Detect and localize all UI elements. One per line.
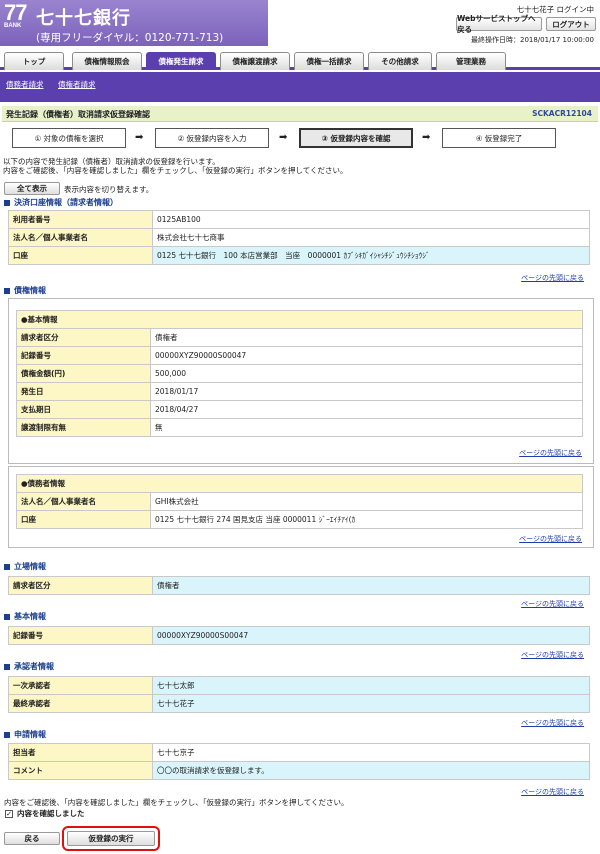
table-row: 一次承認者 七十七太郎 [8,676,590,695]
tab-claim-issuance[interactable]: 債権発生請求 [146,52,216,70]
bank-logo: 77 BANK [4,0,28,29]
table-row: 支払期日 2018/04/27 [16,400,583,419]
section-position-info: 立場情報 [4,561,46,572]
page-top-link[interactable]: ページの先頭に戻る [521,787,584,797]
section-marker-icon [4,287,10,294]
show-all-button[interactable]: 全て表示 [4,182,60,195]
table-row: 法人名／個人事業者名 GHI株式会社 [16,492,583,511]
claim-debtor-table: ●債務者情報 法人名／個人事業者名 GHI株式会社 口座 0125 七十七銀行 27… [16,474,583,529]
last-operation-time: 最終操作日時：2018/01/17 10:00:00 [470,36,594,44]
step-3-current: ③ 仮登録内容を確認 [299,128,413,148]
table-row: 請求者区分 債権者 [16,328,583,347]
step-2: ② 仮登録内容を入力 [155,128,269,148]
page-title: 発生記録（債権者）取消請求仮登録確認 [6,110,150,119]
page-top-link[interactable]: ページの先頭に戻る [521,273,584,283]
arrow-right-icon: ➡ [422,132,431,143]
subnav-creditor-request[interactable]: 債権者請求 [58,79,96,90]
section-claim-info: 債権情報 [4,285,46,296]
tab-admin[interactable]: 管理業務 [436,52,506,70]
table-row: 請求者区分 債権者 [8,576,590,595]
section-marker-icon [4,199,10,206]
intro-text: 以下の内容で発生記録（債権者）取消請求の仮登録を行います。 内容をご確認後、「内… [3,157,348,175]
show-all-note: 表示内容を切り替えます。 [64,185,154,194]
section-settlement-account: 決済口座情報（請求者情報） [4,197,118,208]
tab-top[interactable]: トップ [4,52,64,70]
page-top-link[interactable]: ページの先頭に戻る [521,599,584,609]
table-row: 記録番号 00000XYZ90000S00047 [8,626,590,645]
settlement-table: 利用者番号 0125AB100 法人名／個人事業者名 株式会社七十七商事 口座 012… [8,210,590,265]
confirm-label: 内容を確認しました [17,809,85,818]
table-row: 法人名／個人事業者名 株式会社七十七商事 [8,228,590,247]
confirm-checkbox[interactable]: ✓ [5,809,13,818]
execute-registration-button[interactable]: 仮登録の実行 [67,831,155,846]
table-row: 担当者 七十七京子 [8,743,590,762]
subnav-debtor-request[interactable]: 債務者請求 [6,79,44,90]
table-row: コメント 〇〇の取消請求を仮登録します。 [8,761,590,780]
section-basic-info: 基本情報 [4,611,46,622]
step-1: ① 対象の債権を選択 [12,128,126,148]
table-row: 記録番号 00000XYZ90000S00047 [16,346,583,365]
section-approver-info: 承認者情報 [4,661,54,672]
section-marker-icon [4,563,10,570]
section-marker-icon [4,663,10,670]
tab-other-request[interactable]: その他請求 [368,52,432,70]
page-title-bar: 発生記録（債権者）取消請求仮登録確認 SCKACR12104 [2,106,598,122]
main-tabs: トップ 債権情報照会 債権発生請求 債権譲渡請求 債権一括請求 その他請求 管理… [0,50,600,70]
sub-navigation: 債務者請求 債権者請求 [0,72,600,102]
table-row: 発生日 2018/01/17 [16,382,583,401]
section-marker-icon [4,731,10,738]
web-service-top-button[interactable]: Webサービストップへ戻る [456,14,542,34]
table-row: ●基本情報 [16,310,583,329]
page-top-link[interactable]: ページの先頭に戻る [519,534,582,544]
table-row: 債権金額(円) 500,000 [16,364,583,383]
header: 77 BANK 七十七銀行 (専用フリーダイヤル：0120-771-713) 七… [0,0,600,48]
bank-name: 七十七銀行 [36,8,131,29]
approver-table: 一次承認者 七十七太郎 最終承認者 七十七花子 [8,676,590,713]
table-row: 口座 0125 七十七銀行 100 本店営業部 当座 0000001 ｶﾌﾞｼｷｶ… [8,246,590,265]
section-marker-icon [4,613,10,620]
footer-instruction: 内容をご確認後、「内容を確認しました」欄をチェックし、「仮登録の実行」ボタンを押… [4,798,349,807]
page-top-link[interactable]: ページの先頭に戻る [519,448,582,458]
arrow-right-icon: ➡ [279,132,288,143]
toll-free-number: (専用フリーダイヤル：0120-771-713) [36,32,224,44]
step-4: ④ 仮登録完了 [442,128,556,148]
arrow-right-icon: ➡ [135,132,144,143]
screen-code: SCKACR12104 [532,109,592,118]
logout-button[interactable]: ログアウト [546,17,596,31]
table-row: 最終承認者 七十七花子 [8,694,590,713]
page-top-link[interactable]: ページの先頭に戻る [521,650,584,660]
confirm-checkbox-row[interactable]: ✓ 内容を確認しました [5,808,85,819]
tab-claim-inquiry[interactable]: 債権情報照会 [72,52,142,70]
tab-claim-transfer[interactable]: 債権譲渡請求 [220,52,290,70]
claim-basic-table: ●基本情報 請求者区分 債権者 記録番号 00000XYZ90000S00047 債… [16,310,583,437]
table-row: 譲渡制限有無無 [16,418,583,437]
page-top-link[interactable]: ページの先頭に戻る [521,718,584,728]
tab-bulk-request[interactable]: 債権一括請求 [294,52,364,70]
table-row: 利用者番号 0125AB100 [8,210,590,229]
section-request-info: 申請情報 [4,729,46,740]
bank-banner: 77 BANK 七十七銀行 (専用フリーダイヤル：0120-771-713) [0,0,268,46]
position-table: 請求者区分 債権者 [8,576,590,595]
request-table: 担当者 七十七京子 コメント 〇〇の取消請求を仮登録します。 [8,743,590,780]
table-row: ●債務者情報 [16,474,583,493]
back-button[interactable]: 戻る [4,832,60,845]
table-row: 口座 0125 七十七銀行 274 国見支店 当座 0000011 ｼﾞｰｴｲﾁｱ… [16,510,583,529]
basic-table: 記録番号 00000XYZ90000S00047 [8,626,590,645]
